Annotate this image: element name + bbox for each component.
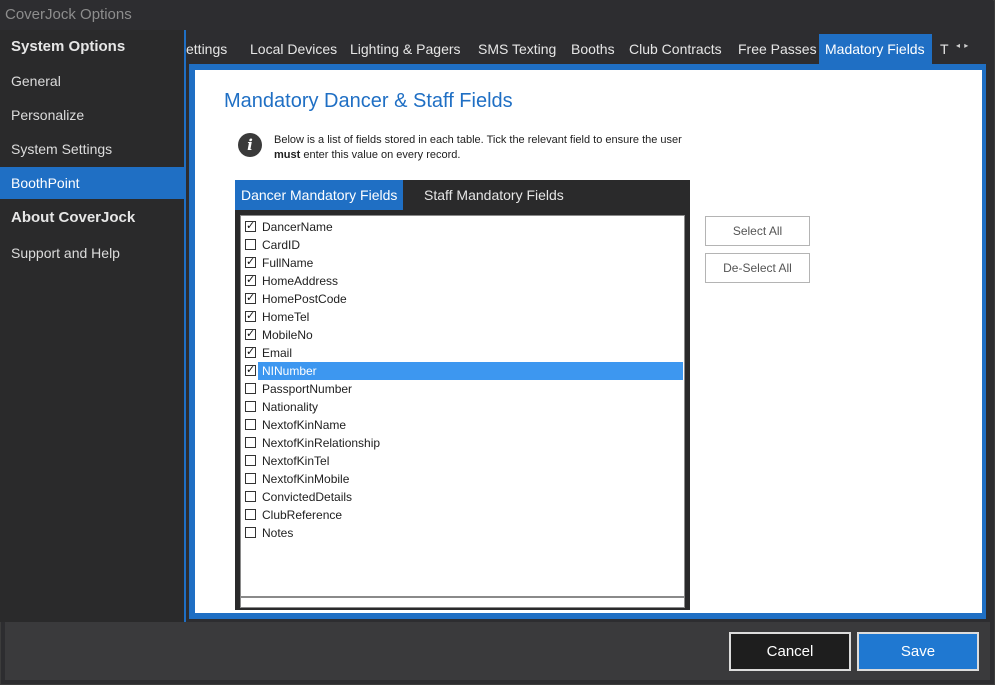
sidebar-item-support-and-help[interactable]: Support and Help [0,237,184,269]
list-item[interactable]: ✓ MobileNo [241,326,684,344]
field-label: ConvictedDetails [262,490,353,504]
field-checkbox[interactable]: ✓ [245,329,256,340]
field-checklist[interactable]: ✓ DancerName CardID ✓ FullName ✓ HomeAddress ✓ H… [240,215,685,597]
field-label: Email [262,346,293,360]
field-checkbox[interactable]: ✓ [245,347,256,358]
field-label: NextofKinRelationship [262,436,381,450]
list-item[interactable]: NextofKinMobile [241,470,684,488]
field-checkbox[interactable] [245,239,256,250]
field-label: NextofKinName [262,418,347,432]
sidebar: System Options General Personalize Syste… [0,30,184,622]
tab-mandatory-fields[interactable]: Madatory Fields [819,34,932,64]
deselect-all-button[interactable]: De-Select All [705,253,810,283]
list-item[interactable]: NextofKinTel [241,452,684,470]
tab-staff-mandatory-fields[interactable]: Staff Mandatory Fields [418,180,570,210]
list-item[interactable]: ✓ DancerName [241,218,684,236]
field-label: FullName [262,256,314,270]
field-checkbox[interactable] [245,473,256,484]
window-title: CoverJock Options [5,6,132,23]
save-button[interactable]: Save [857,632,979,671]
field-label: HomeTel [262,310,310,324]
field-label: NextofKinTel [262,454,330,468]
field-checkbox[interactable] [245,437,256,448]
select-all-button[interactable]: Select All [705,216,810,246]
list-item[interactable]: Nationality [241,398,684,416]
list-item[interactable]: ConvictedDetails [241,488,684,506]
field-checkbox[interactable] [245,401,256,412]
tab-booths[interactable]: Booths [571,34,615,64]
field-label: MobileNo [262,328,313,342]
list-item[interactable]: ✓ HomeTel [241,308,684,326]
field-checkbox[interactable]: ✓ [245,221,256,232]
sidebar-divider [184,30,186,622]
field-label: Nationality [262,400,319,414]
field-label: PassportNumber [262,382,353,396]
list-item[interactable]: ✓ FullName [241,254,684,272]
sidebar-item-personalize[interactable]: Personalize [0,99,184,131]
field-label: DancerName [262,220,333,234]
page-title: Mandatory Dancer & Staff Fields [224,90,513,112]
field-checkbox[interactable]: ✓ [245,311,256,322]
tab-sms-texting[interactable]: SMS Texting [478,34,556,64]
field-label: HomePostCode [262,292,347,306]
tab-local-devices[interactable]: Local Devices [250,34,337,64]
field-checkbox[interactable] [245,527,256,538]
info-text-emphasis: must [274,149,301,161]
list-item[interactable]: PassportNumber [241,380,684,398]
field-tabs: Dancer Mandatory Fields Staff Mandatory … [235,180,690,210]
field-checkbox[interactable]: ✓ [245,293,256,304]
field-label: NINumber [258,362,683,380]
list-item[interactable]: NextofKinName [241,416,684,434]
field-label: HomeAddress [262,274,339,288]
sidebar-item-general[interactable]: General [0,65,184,97]
list-item[interactable]: Notes [241,524,684,542]
tab-scroll-arrows-icon[interactable]: ◂ ▸ [956,41,969,50]
field-label: NextofKinMobile [262,472,350,486]
cancel-button[interactable]: Cancel [729,632,851,671]
list-item[interactable]: ✓ NINumber [241,362,684,380]
field-label: Notes [262,526,294,540]
tab-dancer-mandatory-fields[interactable]: Dancer Mandatory Fields [235,180,404,210]
tab-overflow[interactable]: T [940,34,949,64]
sidebar-item-system-settings[interactable]: System Settings [0,133,184,165]
list-item[interactable]: CardID [241,236,684,254]
info-text-part1: Below is a list of fields stored in each… [274,134,682,146]
field-checkbox[interactable] [245,509,256,520]
info-text-part2: enter this value on every record. [300,149,461,161]
tab-strip: ettings Local Devices Lighting & Pagers … [186,34,986,64]
tab-free-passes[interactable]: Free Passes [738,34,817,64]
tab-settings[interactable]: ettings [186,34,227,64]
sidebar-header-system-options[interactable]: System Options [0,31,184,63]
field-label: CardID [262,238,301,252]
list-item[interactable]: ✓ Email [241,344,684,362]
sidebar-item-boothpoint[interactable]: BoothPoint [0,167,184,199]
tab-club-contracts[interactable]: Club Contracts [629,34,722,64]
field-list-scrollbar[interactable] [240,597,685,608]
field-checkbox[interactable]: ✓ [245,257,256,268]
list-item[interactable]: ✓ HomeAddress [241,272,684,290]
field-checkbox[interactable]: ✓ [245,365,256,376]
sidebar-header-about-coverjock[interactable]: About CoverJock [0,202,184,234]
field-checkbox[interactable] [245,419,256,430]
list-item[interactable]: ✓ HomePostCode [241,290,684,308]
title-bar: CoverJock Options [0,0,993,30]
list-item[interactable]: ClubReference [241,506,684,524]
field-checkbox[interactable] [245,455,256,466]
field-checkbox[interactable] [245,491,256,502]
info-text: Below is a list of fields stored in each… [274,133,694,163]
list-item[interactable]: NextofKinRelationship [241,434,684,452]
field-checkbox[interactable] [245,383,256,394]
info-icon: i [238,133,262,157]
field-label: ClubReference [262,508,343,522]
tab-lighting-pagers[interactable]: Lighting & Pagers [350,34,461,64]
field-checkbox[interactable]: ✓ [245,275,256,286]
